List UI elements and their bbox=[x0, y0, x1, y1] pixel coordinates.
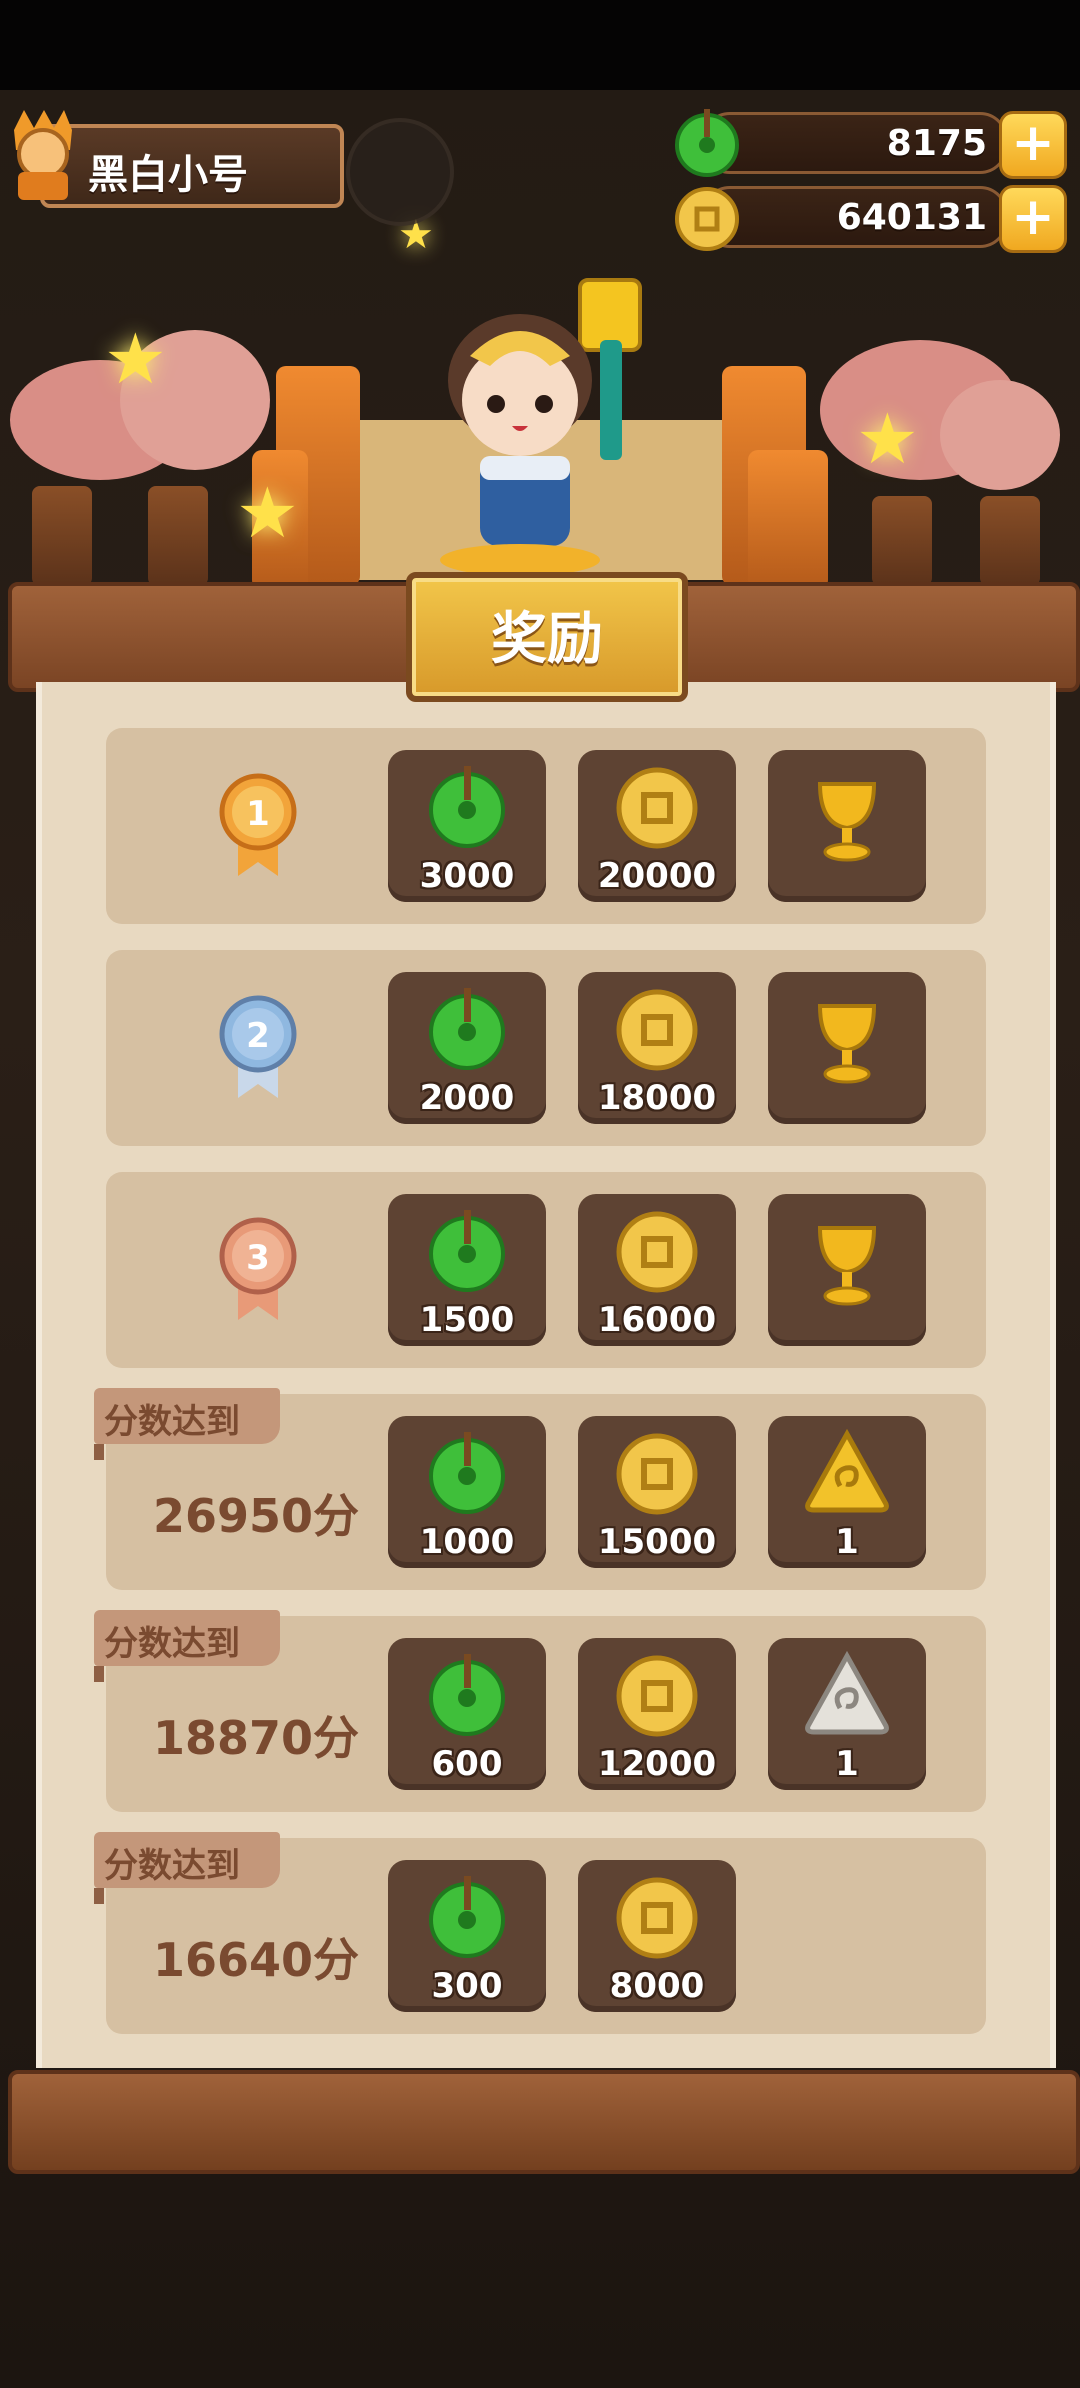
coin-icon bbox=[675, 187, 739, 251]
coin-amount: 640131 bbox=[836, 197, 987, 238]
jade-reward-slot: 3000 bbox=[388, 750, 546, 902]
jade-currency-bar: 8175 + bbox=[675, 109, 1067, 179]
reward-row-rank-3: 3 1500 16000 bbox=[106, 1172, 986, 1368]
jade-reward-slot: 300 bbox=[388, 1860, 546, 2012]
friend-avatar-icon[interactable] bbox=[346, 118, 454, 226]
rewards-title: 奖励 bbox=[491, 607, 603, 672]
trophy-reward-slot bbox=[768, 1194, 926, 1346]
score-threshold-value: 26950分 bbox=[152, 1489, 360, 1543]
sparkle-star-icon: ★ bbox=[856, 398, 919, 480]
coin-currency-bar: 640131 + bbox=[675, 185, 1067, 253]
gold-token-reward-slot: 1 bbox=[768, 1416, 926, 1568]
player-name: 黑白小号 bbox=[88, 152, 248, 198]
coin-reward-amount: 18000 bbox=[597, 1078, 717, 1118]
token-reward-amount: 1 bbox=[835, 1522, 859, 1562]
pillar-right-small bbox=[748, 450, 828, 590]
jade-reward-amount: 3000 bbox=[419, 856, 515, 896]
rewards-title-plaque: 奖励 bbox=[406, 572, 688, 702]
jade-reward-amount: 2000 bbox=[419, 1078, 515, 1118]
trophy-cup-icon bbox=[817, 782, 877, 862]
jade-icon bbox=[429, 1654, 505, 1736]
rank-medal-icon: 2 bbox=[219, 995, 297, 1098]
trophy-cup-icon bbox=[817, 1004, 877, 1084]
jade-icon bbox=[429, 988, 505, 1070]
coin-reward-slot: 16000 bbox=[578, 1194, 736, 1346]
fence-post-2 bbox=[148, 486, 208, 586]
trophy-cup-icon bbox=[817, 1226, 877, 1306]
fence-post-3 bbox=[872, 496, 932, 586]
coin-reward-amount: 15000 bbox=[597, 1522, 717, 1562]
trophy-reward-slot bbox=[768, 972, 926, 1124]
coin-icon bbox=[616, 989, 698, 1071]
coin-icon bbox=[616, 1211, 698, 1293]
rank-number: 2 bbox=[246, 1016, 270, 1056]
coin-reward-slot: 18000 bbox=[578, 972, 736, 1124]
coin-icon bbox=[616, 767, 698, 849]
rank-number: 3 bbox=[246, 1238, 270, 1278]
status-bar-area bbox=[0, 0, 1080, 90]
blossom-tree-right-2 bbox=[940, 380, 1060, 490]
rank-medal-icon: 3 bbox=[219, 1217, 297, 1320]
jade-icon bbox=[429, 1210, 505, 1292]
gold-swirl-token-icon bbox=[805, 1428, 889, 1513]
reward-row-score-2: 分数达到 18870分 600 12000 1 bbox=[94, 1610, 986, 1812]
jade-reward-slot: 2000 bbox=[388, 972, 546, 1124]
player-profile-bar[interactable]: 黑白小号 bbox=[40, 124, 344, 208]
jade-icon bbox=[429, 1432, 505, 1514]
jade-reward-slot: 1500 bbox=[388, 1194, 546, 1346]
jade-amount: 8175 bbox=[886, 123, 987, 164]
coin-reward-amount: 16000 bbox=[597, 1300, 717, 1340]
coin-reward-slot: 12000 bbox=[578, 1638, 736, 1790]
coin-reward-amount: 20000 bbox=[597, 856, 717, 896]
coin-reward-amount: 12000 bbox=[597, 1744, 717, 1784]
add-jade-button[interactable]: + bbox=[999, 111, 1067, 179]
fence-post-1 bbox=[32, 486, 92, 586]
silver-swirl-token-icon bbox=[805, 1650, 889, 1735]
panel-bottom-board bbox=[8, 2070, 1080, 2174]
reward-row-rank-1: 1 3000 20000 bbox=[106, 728, 986, 924]
coin-icon bbox=[616, 1877, 698, 1959]
score-tag-label: 分数达到 bbox=[104, 1624, 240, 1664]
fence-post-4 bbox=[980, 496, 1040, 586]
hero-character-with-hammer bbox=[440, 278, 642, 576]
add-coin-button[interactable]: + bbox=[999, 185, 1067, 253]
reward-row-rank-2: 2 2000 18000 bbox=[106, 950, 986, 1146]
jade-reward-amount: 300 bbox=[431, 1966, 503, 2006]
sparkle-star-icon: ★ bbox=[104, 318, 167, 400]
score-tag-label: 分数达到 bbox=[104, 1846, 240, 1886]
jade-reward-amount: 1000 bbox=[419, 1522, 515, 1562]
score-threshold-tag: 分数达到 bbox=[94, 1610, 280, 1682]
score-threshold-tag: 分数达到 bbox=[94, 1388, 280, 1460]
score-threshold-value: 16640分 bbox=[152, 1933, 360, 1987]
rewards-panel: 1 3000 20000 2 2000 18000 3 1500 16000 分… bbox=[36, 682, 1056, 2068]
reward-row-score-1: 分数达到 26950分 1000 15000 1 bbox=[94, 1388, 986, 1590]
coin-icon bbox=[616, 1433, 698, 1515]
jade-reward-slot: 1000 bbox=[388, 1416, 546, 1568]
coin-icon bbox=[616, 1655, 698, 1737]
jade-reward-amount: 600 bbox=[431, 1744, 503, 1784]
jade-icon bbox=[429, 766, 505, 848]
reward-row-score-3: 分数达到 16640分 300 8000 bbox=[94, 1832, 986, 2034]
jade-reward-amount: 1500 bbox=[419, 1300, 515, 1340]
jade-icon bbox=[429, 1876, 505, 1958]
coin-reward-slot: 20000 bbox=[578, 750, 736, 902]
jade-reward-slot: 600 bbox=[388, 1638, 546, 1790]
coin-reward-slot: 15000 bbox=[578, 1416, 736, 1568]
jade-icon bbox=[675, 109, 739, 177]
score-threshold-tag: 分数达到 bbox=[94, 1832, 280, 1904]
sparkle-star-icon: ★ bbox=[236, 472, 299, 554]
rank-medal-icon: 1 bbox=[219, 773, 297, 876]
score-tag-label: 分数达到 bbox=[104, 1402, 240, 1442]
coin-reward-amount: 8000 bbox=[609, 1966, 705, 2006]
trophy-reward-slot bbox=[768, 750, 926, 902]
token-reward-amount: 1 bbox=[835, 1744, 859, 1784]
player-avatar-icon[interactable] bbox=[4, 110, 82, 202]
coin-reward-slot: 8000 bbox=[578, 1860, 736, 2012]
rank-number: 1 bbox=[246, 794, 270, 834]
score-threshold-value: 18870分 bbox=[152, 1711, 360, 1765]
silver-token-reward-slot: 1 bbox=[768, 1638, 926, 1790]
